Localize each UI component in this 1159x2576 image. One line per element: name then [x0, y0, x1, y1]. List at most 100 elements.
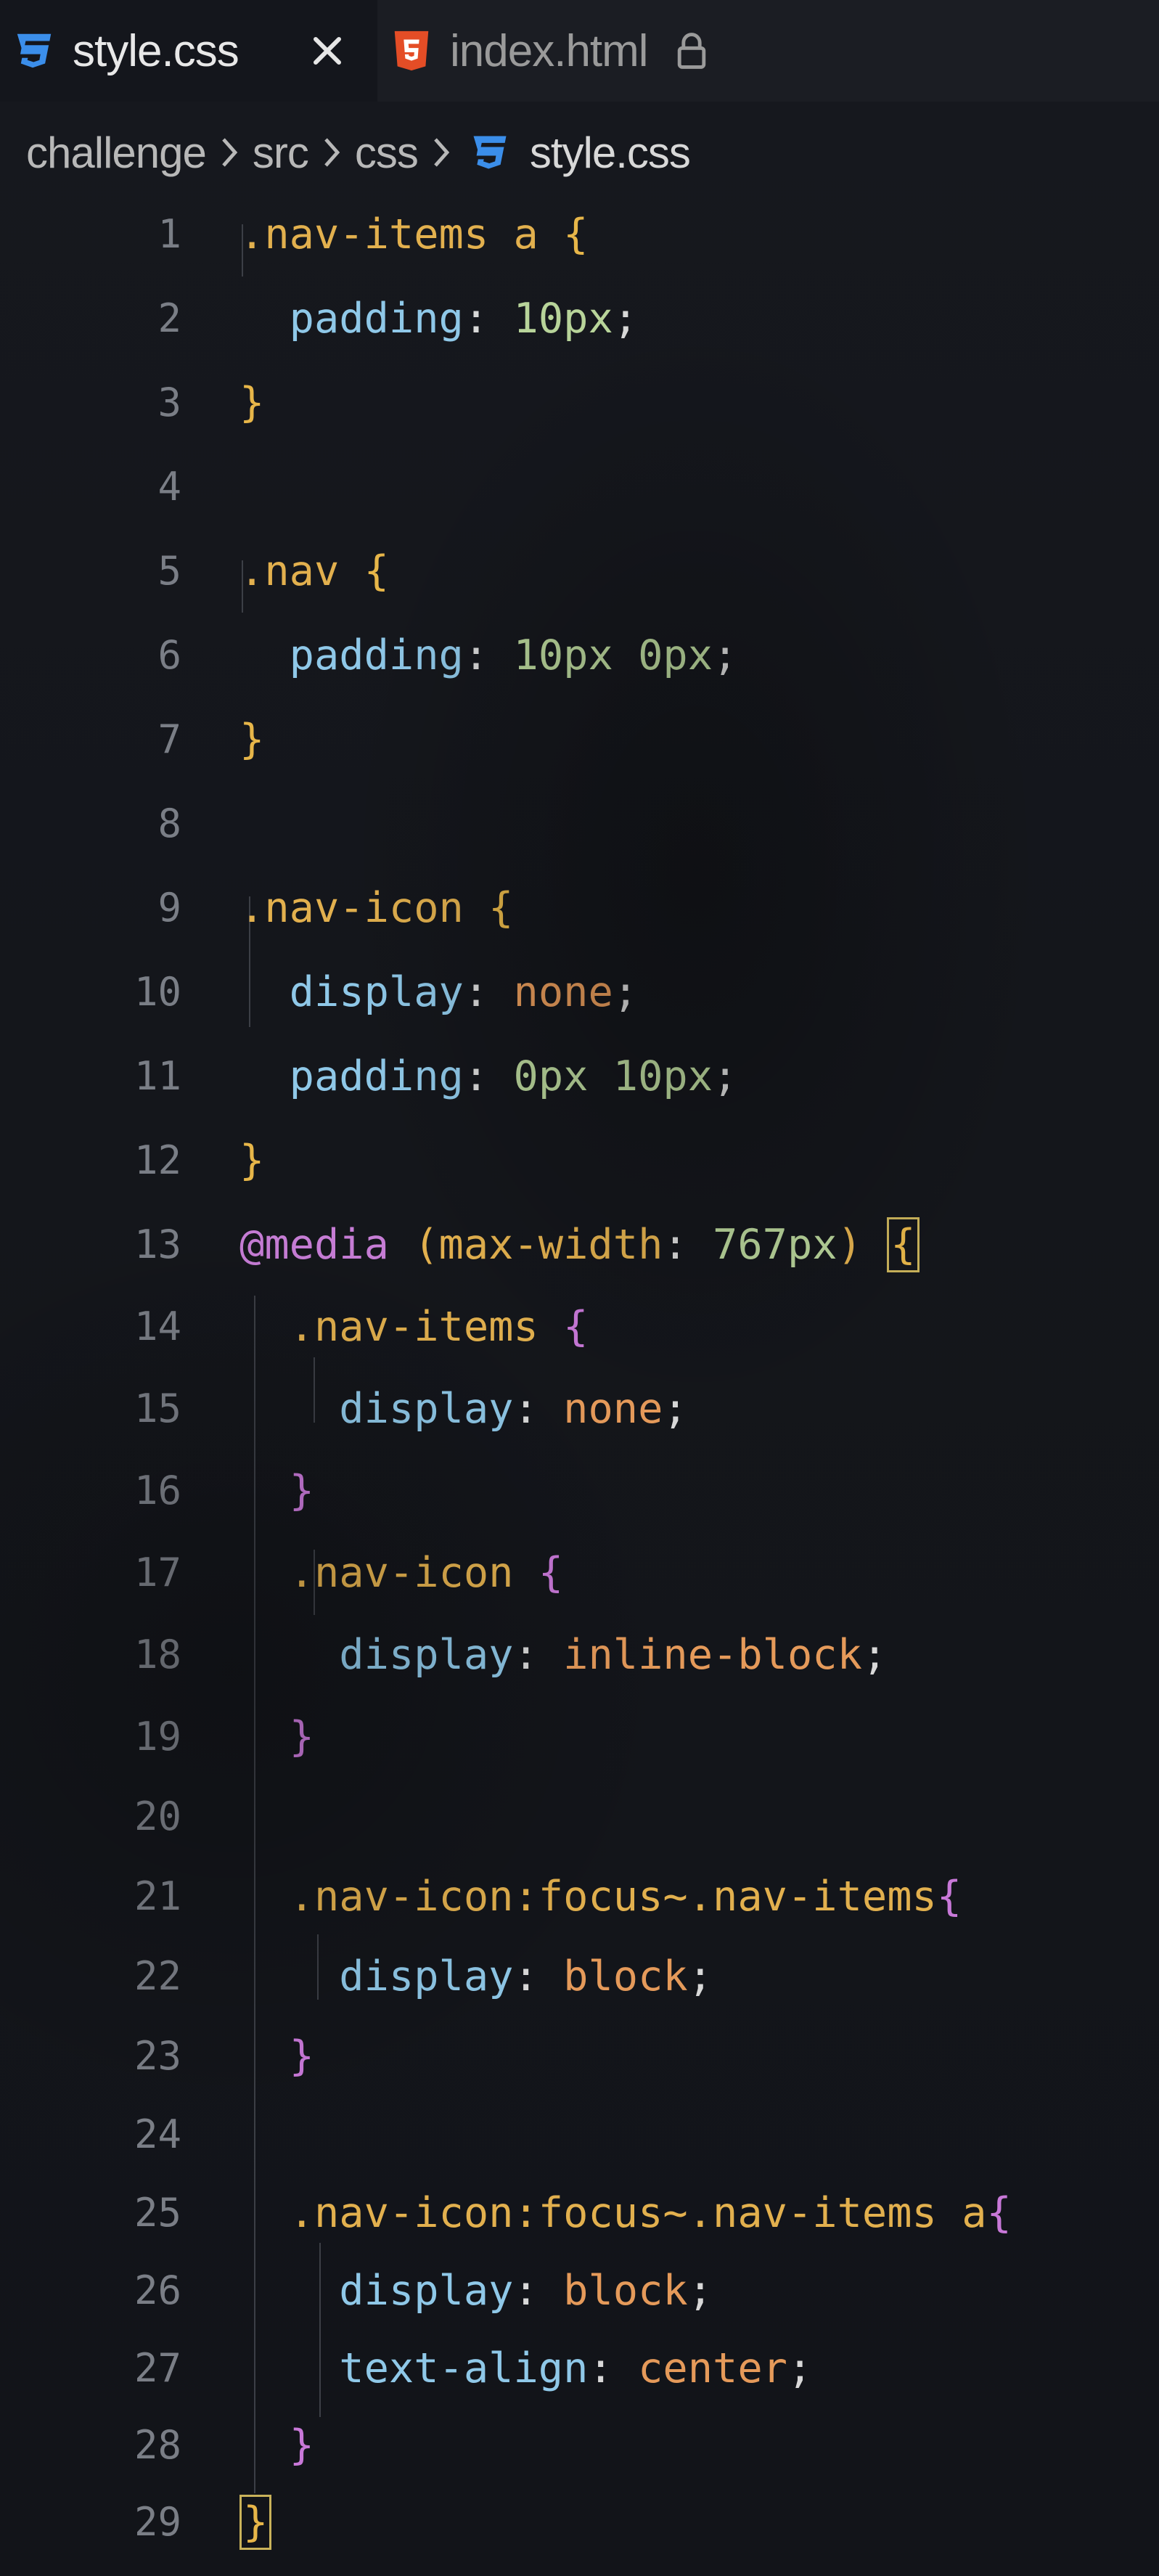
code-line[interactable]: 26 display: block;	[0, 2249, 1159, 2333]
breadcrumb-item-css[interactable]: css	[355, 128, 419, 178]
line-number: 17	[134, 1550, 181, 1595]
code-line[interactable]: 29}	[0, 2480, 1159, 2564]
code-line[interactable]: 4	[0, 445, 1159, 529]
code-token-punc: :	[588, 2344, 639, 2392]
code-token-num: 10px	[513, 295, 613, 343]
code-line[interactable]: 3}	[0, 361, 1159, 445]
code-token-prop: display	[239, 2267, 514, 2315]
code-text: display: none;	[239, 950, 638, 1034]
code-line[interactable]: 5 .nav {	[0, 529, 1159, 613]
code-line[interactable]: 25 .nav-icon:focus~.nav-items a{	[0, 2171, 1159, 2255]
code-token-at: @media	[239, 1221, 414, 1269]
code-text: padding: 10px;	[239, 277, 638, 361]
code-token-br2: {	[538, 1549, 564, 1597]
code-token-punc: :	[513, 1385, 564, 1433]
close-icon[interactable]	[306, 29, 349, 73]
code-editor-window: style.css index.html challenge src css s…	[0, 0, 1159, 2576]
code-text: }	[239, 361, 264, 445]
code-token-punc: :	[463, 295, 514, 343]
code-token-punc: ;	[787, 2344, 813, 2392]
code-line[interactable]: 1 .nav-items a {	[0, 192, 1159, 277]
code-line[interactable]: 23 }	[0, 2014, 1159, 2098]
code-line[interactable]: 9 .nav-icon {	[0, 866, 1159, 950]
line-number: 15	[134, 1386, 181, 1431]
code-line[interactable]: 12}	[0, 1119, 1159, 1203]
code-text: }	[239, 2403, 314, 2487]
code-token-prop: padding	[239, 1052, 464, 1100]
code-token-sel: .nav-items	[239, 1303, 564, 1351]
code-line[interactable]: 24	[0, 2093, 1159, 2177]
code-line[interactable]: 13 @media (max-width: 767px) {	[0, 1203, 1159, 1287]
code-line[interactable]: 7}	[0, 698, 1159, 782]
lock-icon	[670, 25, 713, 76]
code-line[interactable]: 27 text-align: center;	[0, 2326, 1159, 2411]
code-token-punc: :	[513, 2267, 564, 2315]
code-token-punc: ;	[687, 1953, 713, 2000]
code-line[interactable]: 28 }	[0, 2403, 1159, 2487]
code-token-punc: ;	[713, 1052, 738, 1100]
code-line[interactable]: 17 .nav-icon {	[0, 1531, 1159, 1615]
code-line[interactable]: 10 display: none;	[0, 950, 1159, 1034]
line-number: 22	[134, 1953, 181, 1999]
code-token-punc: :	[463, 631, 514, 679]
code-token-sel: .nav-icon	[239, 1549, 538, 1597]
code-line[interactable]: 2 padding: 10px;	[0, 277, 1159, 361]
code-line[interactable]: 21 .nav-icon:focus~.nav-items{	[0, 1855, 1159, 1939]
code-token-punc: ;	[687, 2267, 713, 2315]
line-number: 26	[134, 2268, 181, 2313]
code-line[interactable]: 19 }	[0, 1695, 1159, 1779]
code-line[interactable]: 8	[0, 782, 1159, 866]
breadcrumb: challenge src css style.css	[26, 116, 691, 189]
code-line[interactable]: 14 .nav-items {	[0, 1285, 1159, 1369]
code-editor[interactable]: 1 .nav-items a {2 padding: 10px; 3} 4 5 .nav …	[0, 192, 1159, 2576]
code-token-prop: display	[239, 968, 464, 1016]
code-text: .nav {	[239, 529, 389, 613]
line-number: 7	[157, 716, 181, 762]
line-number: 25	[134, 2190, 181, 2236]
code-text: .nav-icon {	[239, 1531, 564, 1615]
code-token-kw: none	[563, 1385, 663, 1433]
line-number: 14	[134, 1304, 181, 1349]
code-text: }	[239, 1449, 314, 1533]
tab-style-css[interactable]: style.css	[0, 0, 377, 102]
css3-file-icon	[464, 127, 515, 178]
code-line[interactable]: 16 }	[0, 1449, 1159, 1533]
line-number: 6	[157, 632, 181, 678]
code-text: }	[239, 1695, 314, 1779]
code-text: text-align: center;	[239, 2326, 812, 2411]
tab-bar: style.css index.html	[0, 0, 1159, 102]
code-token-prop: padding	[239, 295, 464, 343]
code-token-sel: .nav-items a	[239, 210, 564, 258]
code-token-br2: {	[936, 1873, 962, 1921]
code-line[interactable]: 20	[0, 1775, 1159, 1859]
chevron-right-icon	[427, 131, 456, 174]
code-text: display: none;	[239, 1367, 687, 1451]
code-token-kw: center	[638, 2344, 787, 2392]
code-line[interactable]: 18 display: inline-block;	[0, 1613, 1159, 1697]
code-token-kw: none	[513, 968, 613, 1016]
line-number: 5	[157, 548, 181, 594]
breadcrumb-item-src[interactable]: src	[253, 128, 309, 178]
code-text: }	[239, 2014, 314, 2098]
line-number: 9	[157, 885, 181, 931]
code-line[interactable]: 22 display: block;	[0, 1934, 1159, 2019]
code-line[interactable]: 15 display: none;	[0, 1367, 1159, 1451]
tab-label: index.html	[450, 25, 649, 76]
code-text: padding: 10px 0px;	[239, 613, 738, 698]
code-token-prop: display	[239, 1385, 514, 1433]
line-number: 16	[134, 1468, 181, 1513]
code-line[interactable]: 11 padding: 0px 10px;	[0, 1034, 1159, 1119]
code-token-sel: .nav-icon	[239, 884, 489, 932]
line-number: 4	[157, 464, 181, 510]
code-token-sel: (max-width	[414, 1221, 663, 1269]
breadcrumb-item-challenge[interactable]: challenge	[26, 128, 207, 178]
code-token-br1: {	[488, 884, 514, 932]
code-token-punc: :	[513, 1953, 564, 2000]
line-number: 10	[134, 969, 181, 1015]
code-line[interactable]: 6 padding: 10px 0px;	[0, 613, 1159, 698]
breadcrumb-item-style-css[interactable]: style.css	[530, 128, 691, 178]
code-token-num: 767px	[713, 1221, 837, 1269]
code-text: }	[239, 2480, 272, 2564]
code-text: }	[239, 698, 264, 782]
tab-index-html[interactable]: index.html	[377, 0, 769, 102]
